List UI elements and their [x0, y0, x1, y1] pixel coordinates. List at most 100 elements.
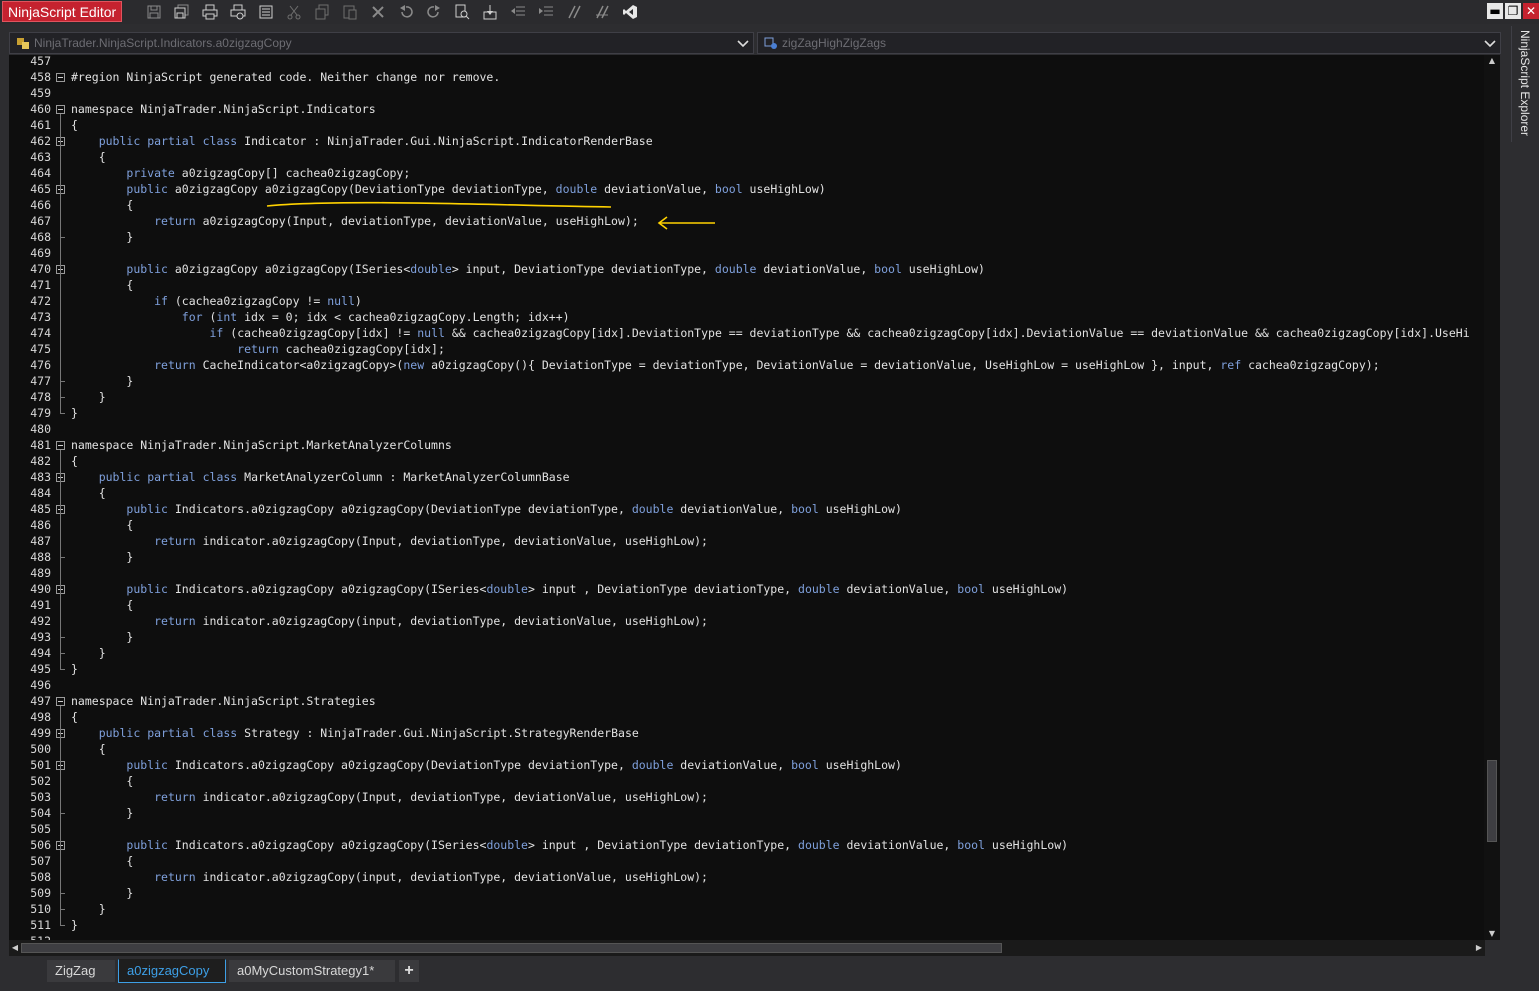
code-line[interactable]: public Indicators.a0zigzagCopy a0zigzagC… [71, 837, 1486, 853]
indent-icon[interactable] [532, 2, 560, 22]
member-selector[interactable]: zigZagHighZigZags [757, 32, 1501, 54]
code-line[interactable]: { [71, 117, 1486, 133]
code-line[interactable] [71, 933, 1486, 940]
code-line[interactable]: } [71, 389, 1486, 405]
add-tab-button[interactable]: + [398, 959, 420, 983]
horizontal-scrollbar[interactable]: ◀ ▶ [9, 940, 1485, 956]
scroll-right-arrow-icon[interactable]: ▶ [1475, 943, 1483, 953]
code-line[interactable]: namespace NinjaTrader.NinjaScript.Market… [71, 437, 1486, 453]
code-line[interactable]: public a0zigzagCopy a0zigzagCopy(Deviati… [71, 181, 1486, 197]
save-all-icon[interactable] [168, 2, 196, 22]
print-icon[interactable] [196, 2, 224, 22]
code-line[interactable]: public partial class Strategy : NinjaTra… [71, 725, 1486, 741]
code-line[interactable] [71, 245, 1486, 261]
code-line[interactable]: { [71, 741, 1486, 757]
code-line[interactable] [71, 565, 1486, 581]
code-line[interactable]: { [71, 517, 1486, 533]
code-line[interactable]: } [71, 373, 1486, 389]
code-line[interactable]: return a0zigzagCopy(Input, deviationType… [71, 213, 1486, 229]
code-editor[interactable]: 457 458 459 460 461 462 463 464 465 466 467 468 469 4… [9, 55, 1500, 940]
visual-studio-icon[interactable] [616, 2, 644, 22]
app-title: NinjaScript Editor [2, 1, 123, 22]
code-line[interactable]: } [71, 901, 1486, 917]
code-line[interactable] [71, 821, 1486, 837]
vertical-scroll-thumb[interactable] [1487, 760, 1497, 842]
fold-toggle-icon[interactable] [56, 441, 65, 450]
outdent-icon[interactable] [504, 2, 532, 22]
code-line[interactable] [71, 421, 1486, 437]
uncomment-icon[interactable] [588, 2, 616, 22]
scroll-up-arrow-icon[interactable]: ▲ [1487, 57, 1497, 65]
code-line[interactable]: { [71, 197, 1486, 213]
redo-icon[interactable] [420, 2, 448, 22]
code-line[interactable]: { [71, 277, 1486, 293]
code-line[interactable]: namespace NinjaTrader.NinjaScript.Indica… [71, 101, 1486, 117]
code-line[interactable]: { [71, 853, 1486, 869]
horizontal-scroll-thumb[interactable] [21, 943, 1002, 953]
scroll-left-arrow-icon[interactable]: ◀ [11, 943, 19, 953]
code-line[interactable]: { [71, 597, 1486, 613]
vertical-scrollbar[interactable]: ▲ ▼ [1484, 55, 1500, 940]
code-line[interactable]: } [71, 661, 1486, 677]
code-line[interactable]: namespace NinjaTrader.NinjaScript.Strate… [71, 693, 1486, 709]
code-line[interactable]: } [71, 917, 1486, 933]
code-line[interactable]: { [71, 709, 1486, 725]
fold-end-marker [60, 237, 65, 238]
tab-zigzag[interactable]: ZigZag [46, 959, 116, 983]
code-line[interactable]: public Indicators.a0zigzagCopy a0zigzagC… [71, 757, 1486, 773]
fold-toggle-icon[interactable] [56, 73, 65, 82]
code-line[interactable]: if (cachea0zigzagCopy != null) [71, 293, 1486, 309]
code-line[interactable]: return indicator.a0zigzagCopy(Input, dev… [71, 533, 1486, 549]
code-line[interactable]: for (int idx = 0; idx < cachea0zigzagCop… [71, 309, 1486, 325]
code-line[interactable]: } [71, 645, 1486, 661]
code-line[interactable]: } [71, 405, 1486, 421]
type-selector[interactable]: NinjaTrader.NinjaScript.Indicators.a0zig… [9, 32, 754, 54]
code-line[interactable]: public partial class MarketAnalyzerColum… [71, 469, 1486, 485]
code-line[interactable]: public partial class Indicator : NinjaTr… [71, 133, 1486, 149]
code-line[interactable]: } [71, 229, 1486, 245]
code-line[interactable]: if (cachea0zigzagCopy[idx] != null && ca… [71, 325, 1486, 341]
tab-a0zigzagcopy[interactable]: a0zigzagCopy [118, 959, 226, 983]
compile-icon[interactable] [476, 2, 504, 22]
maximize-button[interactable]: ❐ [1505, 3, 1521, 19]
fold-toggle-icon[interactable] [56, 697, 65, 706]
code-line[interactable]: return indicator.a0zigzagCopy(input, dev… [71, 869, 1486, 885]
code-line[interactable]: } [71, 549, 1486, 565]
print-preview-icon[interactable] [224, 2, 252, 22]
scroll-down-arrow-icon[interactable]: ▼ [1487, 930, 1497, 938]
code-line[interactable] [71, 677, 1486, 693]
code-line[interactable] [71, 85, 1486, 101]
code-line[interactable]: return indicator.a0zigzagCopy(Input, dev… [71, 789, 1486, 805]
properties-icon[interactable] [252, 2, 280, 22]
code-line[interactable]: public Indicators.a0zigzagCopy a0zigzagC… [71, 501, 1486, 517]
close-button[interactable]: ✕ [1523, 3, 1539, 19]
find-icon[interactable] [448, 2, 476, 22]
code-line[interactable]: } [71, 885, 1486, 901]
paste-icon[interactable] [336, 2, 364, 22]
comment-icon[interactable] [560, 2, 588, 22]
code-line[interactable]: } [71, 629, 1486, 645]
code-line[interactable]: { [71, 149, 1486, 165]
tab-a0mycustomstrategy1[interactable]: a0MyCustomStrategy1* [228, 959, 396, 983]
undo-icon[interactable] [392, 2, 420, 22]
ninjascript-explorer-tab[interactable]: NinjaScript Explorer [1511, 26, 1538, 142]
code-area[interactable]: #region NinjaScript generated code. Neit… [71, 55, 1486, 940]
code-line[interactable]: public a0zigzagCopy a0zigzagCopy(ISeries… [71, 261, 1486, 277]
code-line[interactable]: { [71, 773, 1486, 789]
code-line[interactable]: { [71, 453, 1486, 469]
code-line[interactable]: private a0zigzagCopy[] cachea0zigzagCopy… [71, 165, 1486, 181]
code-line[interactable]: return CacheIndicator<a0zigzagCopy>(new … [71, 357, 1486, 373]
copy-icon[interactable] [308, 2, 336, 22]
cut-icon[interactable] [280, 2, 308, 22]
code-line[interactable]: #region NinjaScript generated code. Neit… [71, 69, 1486, 85]
code-line[interactable]: { [71, 485, 1486, 501]
code-line[interactable] [71, 55, 1486, 69]
delete-icon[interactable] [364, 2, 392, 22]
code-line[interactable]: return cachea0zigzagCopy[idx]; [71, 341, 1486, 357]
fold-toggle-icon[interactable] [56, 105, 65, 114]
code-line[interactable]: public Indicators.a0zigzagCopy a0zigzagC… [71, 581, 1486, 597]
code-line[interactable]: } [71, 805, 1486, 821]
code-line[interactable]: return indicator.a0zigzagCopy(input, dev… [71, 613, 1486, 629]
save-icon[interactable] [140, 2, 168, 22]
minimize-button[interactable]: ▬ [1487, 3, 1503, 19]
